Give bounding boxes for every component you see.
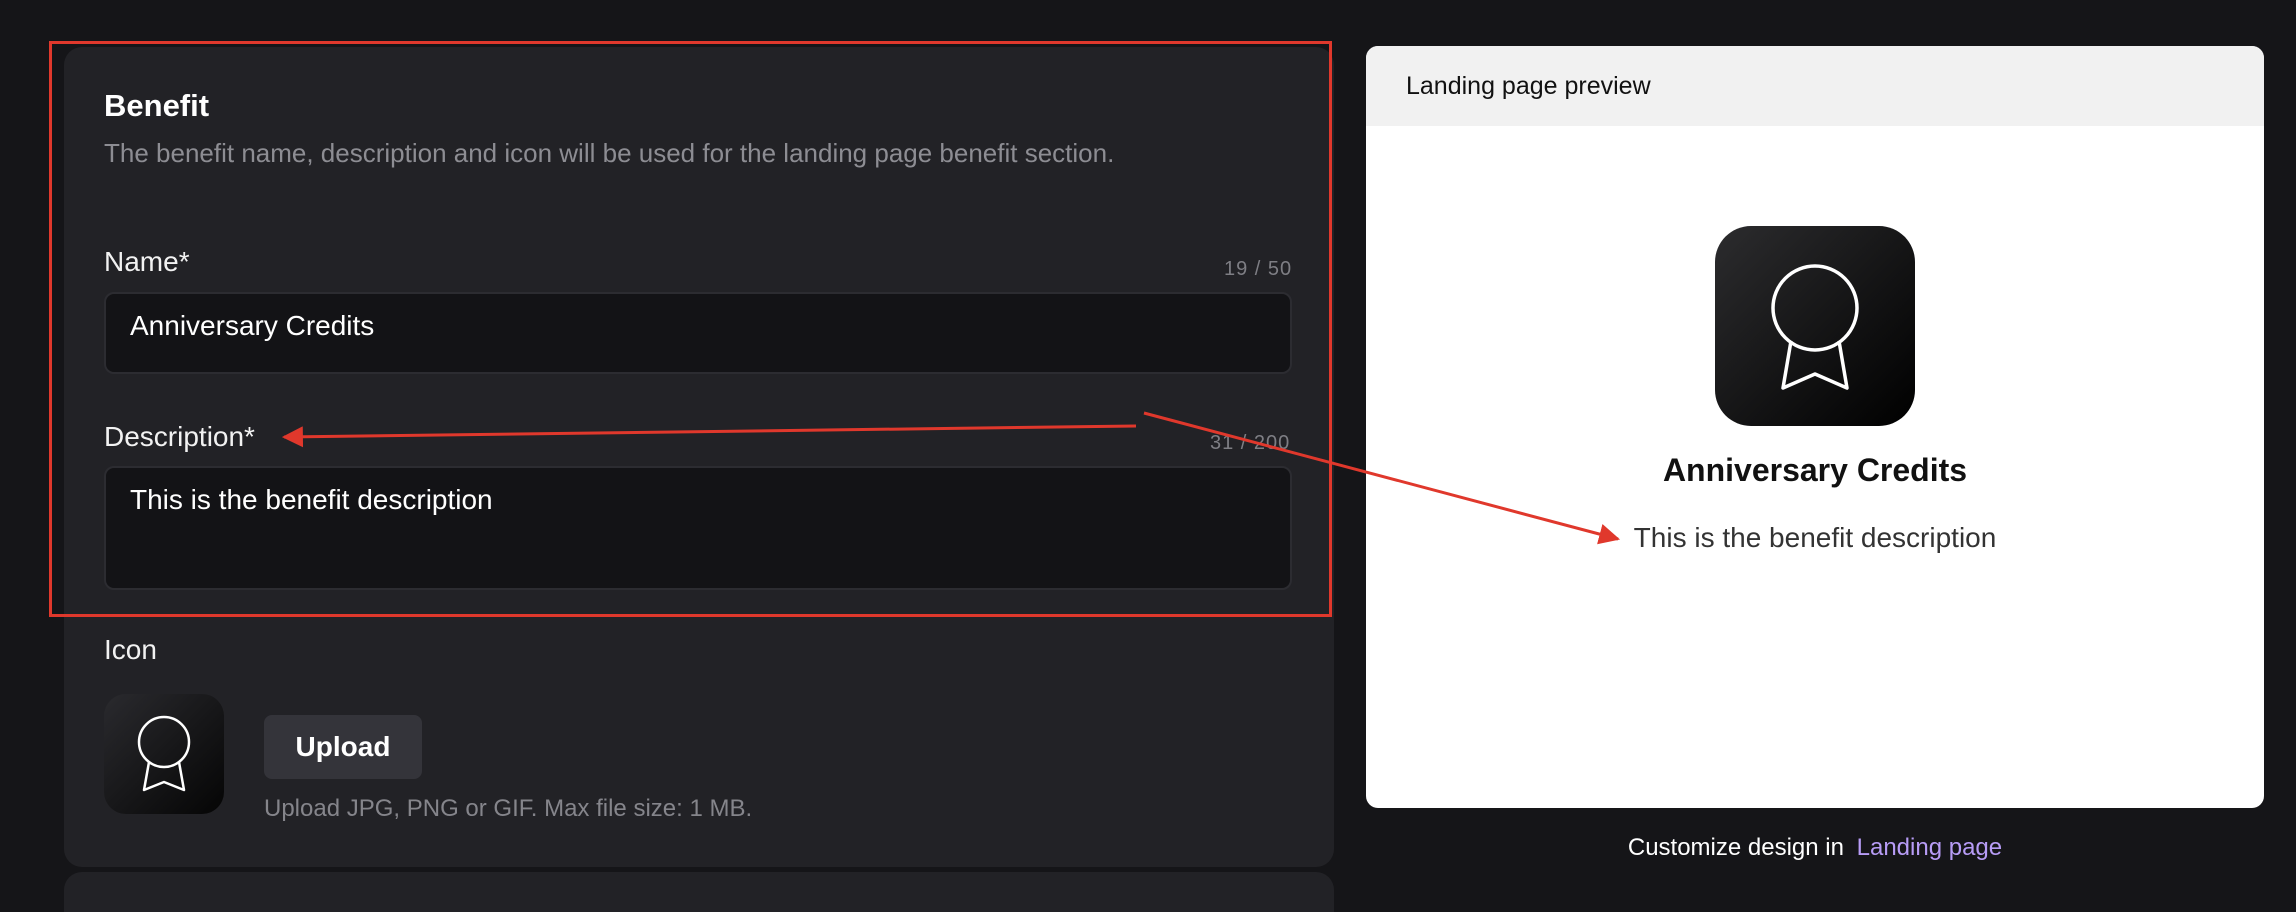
- annotation-arrow-to-preview-description: [1143, 411, 1621, 545]
- annotation-arrow-to-description-label: [281, 424, 1137, 448]
- annotation-arrows: [281, 411, 1621, 545]
